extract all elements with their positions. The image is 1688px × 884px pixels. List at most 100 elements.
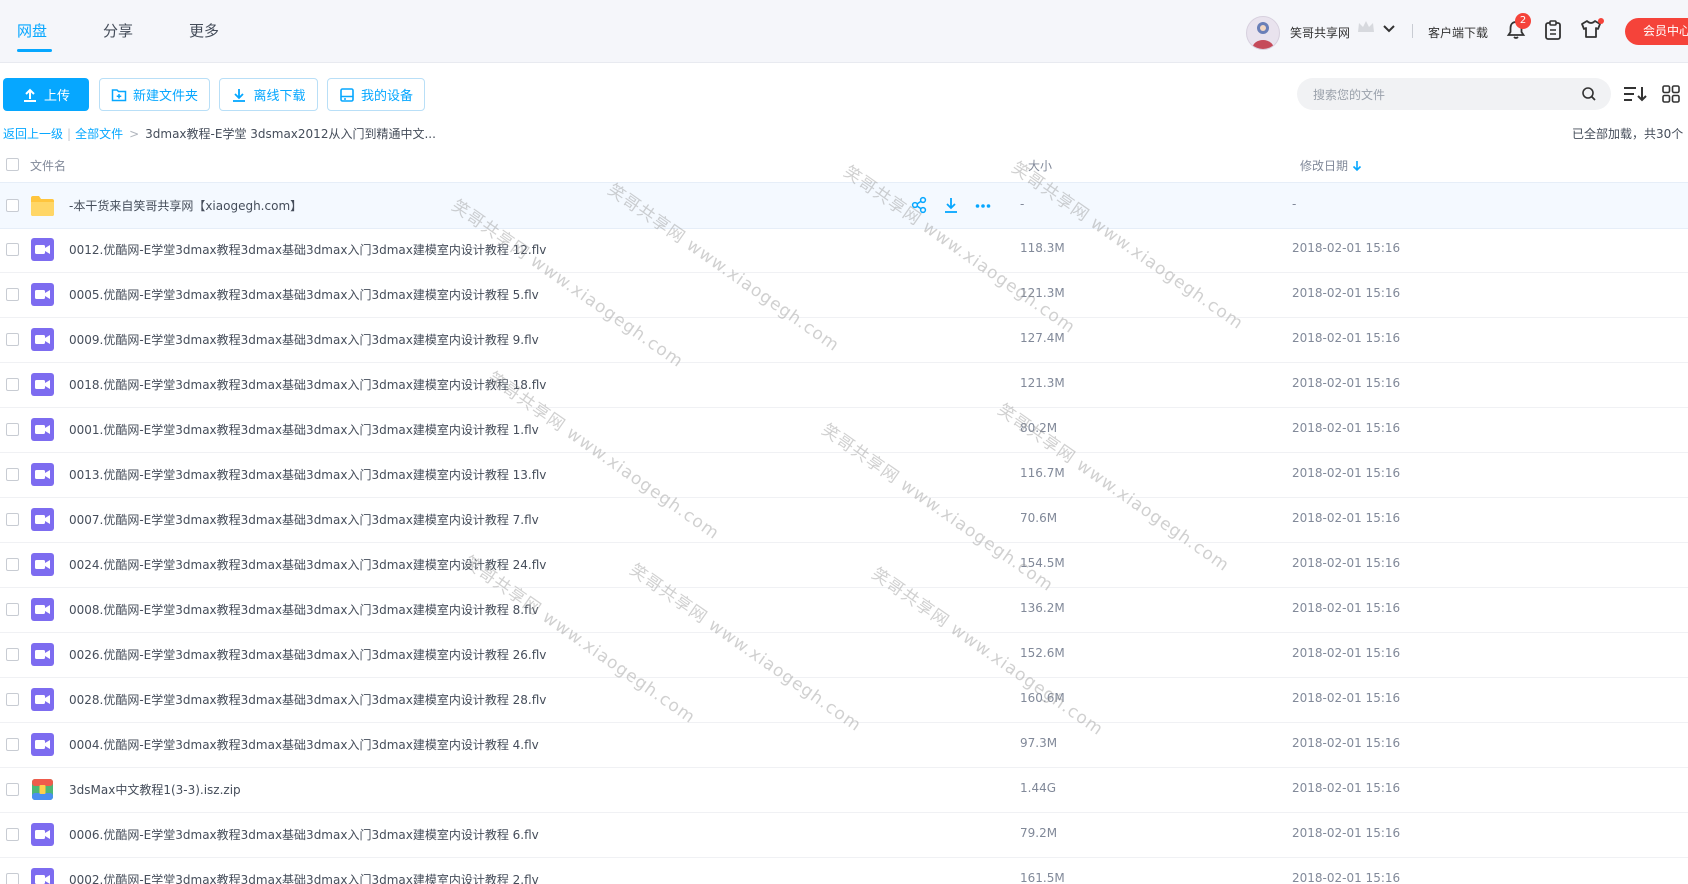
grid-view-icon[interactable]: [1662, 85, 1680, 103]
file-name[interactable]: 0004.优酷网-E学堂3dmax教程3dmax基础3dmax入门3dmax建模…: [69, 736, 539, 753]
tab-more[interactable]: 更多: [189, 20, 219, 41]
folder-icon: [31, 196, 54, 216]
file-size: 79.2M: [1020, 826, 1058, 840]
zip-file-icon: [32, 779, 53, 800]
share-icon[interactable]: [910, 196, 928, 214]
file-size: 80.2M: [1020, 421, 1058, 435]
file-size: 136.2M: [1020, 601, 1065, 615]
file-name[interactable]: 0001.优酷网-E学堂3dmax教程3dmax基础3dmax入门3dmax建模…: [69, 421, 539, 438]
file-name[interactable]: 0009.优酷网-E学堂3dmax教程3dmax基础3dmax入门3dmax建模…: [69, 331, 539, 348]
file-name[interactable]: 0007.优酷网-E学堂3dmax教程3dmax基础3dmax入门3dmax建模…: [69, 511, 539, 528]
chevron-down-icon[interactable]: [1382, 22, 1396, 36]
breadcrumb-back-link[interactable]: 返回上一级: [3, 127, 63, 141]
column-header-size[interactable]: 大小: [1028, 157, 1052, 174]
row-checkbox[interactable]: [6, 468, 19, 481]
row-checkbox[interactable]: [6, 243, 19, 256]
table-row[interactable]: 0009.优酷网-E学堂3dmax教程3dmax基础3dmax入门3dmax建模…: [0, 317, 1688, 363]
file-name[interactable]: 0006.优酷网-E学堂3dmax教程3dmax基础3dmax入门3dmax建模…: [69, 826, 539, 843]
file-date: 2018-02-01 15:16: [1292, 646, 1401, 660]
search-icon[interactable]: [1581, 86, 1597, 102]
table-row[interactable]: 0013.优酷网-E学堂3dmax教程3dmax基础3dmax入门3dmax建模…: [0, 452, 1688, 498]
search-input[interactable]: [1311, 85, 1575, 105]
breadcrumb-current-folder: 3dmax教程-E学堂 3dsmax2012从入门到精通中文...: [145, 127, 436, 141]
table-row[interactable]: 0002.优酷网-E学堂3dmax教程3dmax基础3dmax入门3dmax建模…: [0, 857, 1688, 884]
row-checkbox[interactable]: [6, 873, 19, 884]
row-checkbox[interactable]: [6, 558, 19, 571]
row-checkbox[interactable]: [6, 423, 19, 436]
upload-button[interactable]: 上传: [3, 78, 89, 111]
table-row[interactable]: 0026.优酷网-E学堂3dmax教程3dmax基础3dmax入门3dmax建模…: [0, 632, 1688, 678]
file-name[interactable]: 0008.优酷网-E学堂3dmax教程3dmax基础3dmax入门3dmax建模…: [69, 601, 539, 618]
file-name[interactable]: 0028.优酷网-E学堂3dmax教程3dmax基础3dmax入门3dmax建模…: [69, 691, 546, 708]
my-devices-button[interactable]: 我的设备: [327, 78, 425, 111]
table-row[interactable]: -本干货来自笑哥共享网【xiaogegh.com】 - -: [0, 182, 1688, 229]
table-row[interactable]: 0001.优酷网-E学堂3dmax教程3dmax基础3dmax入门3dmax建模…: [0, 407, 1688, 453]
file-name[interactable]: -本干货来自笑哥共享网【xiaogegh.com】: [69, 197, 302, 214]
column-header-name[interactable]: 文件名: [30, 157, 66, 174]
download-icon[interactable]: [942, 196, 960, 214]
row-checkbox[interactable]: [6, 738, 19, 751]
file-name[interactable]: 0013.优酷网-E学堂3dmax教程3dmax基础3dmax入门3dmax建模…: [69, 466, 546, 483]
row-actions: [910, 196, 992, 214]
file-date: 2018-02-01 15:16: [1292, 601, 1401, 615]
clipboard-icon[interactable]: [1544, 20, 1562, 40]
row-checkbox[interactable]: [6, 378, 19, 391]
file-name[interactable]: 0002.优酷网-E学堂3dmax教程3dmax基础3dmax入门3dmax建模…: [69, 871, 539, 884]
file-date: 2018-02-01 15:16: [1292, 826, 1401, 840]
file-date: 2018-02-01 15:16: [1292, 376, 1401, 390]
file-name[interactable]: 0012.优酷网-E学堂3dmax教程3dmax基础3dmax入门3dmax建模…: [69, 241, 546, 258]
row-checkbox[interactable]: [6, 648, 19, 661]
table-row[interactable]: 0012.优酷网-E学堂3dmax教程3dmax基础3dmax入门3dmax建模…: [0, 227, 1688, 273]
vip-center-button[interactable]: 会员中心: [1625, 18, 1688, 45]
file-name[interactable]: 0026.优酷网-E学堂3dmax教程3dmax基础3dmax入门3dmax建模…: [69, 646, 546, 663]
file-date: 2018-02-01 15:16: [1292, 691, 1401, 705]
tab-share[interactable]: 分享: [103, 20, 133, 41]
table-row[interactable]: 0006.优酷网-E学堂3dmax教程3dmax基础3dmax入门3dmax建模…: [0, 812, 1688, 858]
offline-download-button[interactable]: 离线下载: [219, 78, 318, 111]
video-file-icon: [31, 688, 54, 711]
row-checkbox[interactable]: [6, 783, 19, 796]
file-table-header: 文件名 大小 修改日期: [0, 150, 1688, 182]
crown-icon: [1358, 21, 1374, 32]
table-row[interactable]: 0005.优酷网-E学堂3dmax教程3dmax基础3dmax入门3dmax建模…: [0, 272, 1688, 318]
client-download-link[interactable]: 客户端下载: [1428, 24, 1488, 41]
column-header-modified-label: 修改日期: [1300, 159, 1349, 173]
download-icon: [233, 88, 246, 102]
column-header-modified[interactable]: 修改日期: [1300, 157, 1362, 174]
row-checkbox[interactable]: [6, 333, 19, 346]
row-checkbox[interactable]: [6, 288, 19, 301]
file-name[interactable]: 0018.优酷网-E学堂3dmax教程3dmax基础3dmax入门3dmax建模…: [69, 376, 546, 393]
file-date: 2018-02-01 15:16: [1292, 286, 1401, 300]
table-row[interactable]: 3dsMax中文教程1(3-3).isz.zip 1.44G 2018-02-0…: [0, 767, 1688, 813]
sort-icon[interactable]: [1622, 84, 1648, 104]
file-name[interactable]: 0024.优酷网-E学堂3dmax教程3dmax基础3dmax入门3dmax建模…: [69, 556, 546, 573]
row-checkbox[interactable]: [6, 693, 19, 706]
new-folder-button[interactable]: 新建文件夹: [99, 78, 210, 111]
file-size: 121.3M: [1020, 376, 1065, 390]
table-row[interactable]: 0028.优酷网-E学堂3dmax教程3dmax基础3dmax入门3dmax建模…: [0, 677, 1688, 723]
user-name[interactable]: 笑哥共享网: [1290, 24, 1350, 41]
table-row[interactable]: 0024.优酷网-E学堂3dmax教程3dmax基础3dmax入门3dmax建模…: [0, 542, 1688, 588]
select-all-checkbox[interactable]: [6, 158, 19, 171]
user-avatar[interactable]: [1246, 16, 1280, 50]
tab-netdisk[interactable]: 网盘: [17, 20, 47, 41]
table-row[interactable]: 0018.优酷网-E学堂3dmax教程3dmax基础3dmax入门3dmax建模…: [0, 362, 1688, 408]
video-file-icon: [31, 733, 54, 756]
file-size: 118.3M: [1020, 241, 1065, 255]
video-file-icon: [31, 328, 54, 351]
row-checkbox[interactable]: [6, 199, 19, 212]
table-row[interactable]: 0007.优酷网-E学堂3dmax教程3dmax基础3dmax入门3dmax建模…: [0, 497, 1688, 543]
row-checkbox[interactable]: [6, 828, 19, 841]
file-size: 160.6M: [1020, 691, 1065, 705]
file-name[interactable]: 3dsMax中文教程1(3-3).isz.zip: [69, 781, 241, 798]
file-date: 2018-02-01 15:16: [1292, 871, 1401, 884]
table-row[interactable]: 0008.优酷网-E学堂3dmax教程3dmax基础3dmax入门3dmax建模…: [0, 587, 1688, 633]
skin-new-dot: [1598, 18, 1604, 24]
breadcrumb-all-files-link[interactable]: 全部文件: [75, 127, 123, 141]
file-name[interactable]: 0005.优酷网-E学堂3dmax教程3dmax基础3dmax入门3dmax建模…: [69, 286, 539, 303]
search-box: [1297, 78, 1611, 110]
more-options-icon[interactable]: [974, 196, 992, 214]
row-checkbox[interactable]: [6, 513, 19, 526]
row-checkbox[interactable]: [6, 603, 19, 616]
table-row[interactable]: 0004.优酷网-E学堂3dmax教程3dmax基础3dmax入门3dmax建模…: [0, 722, 1688, 768]
